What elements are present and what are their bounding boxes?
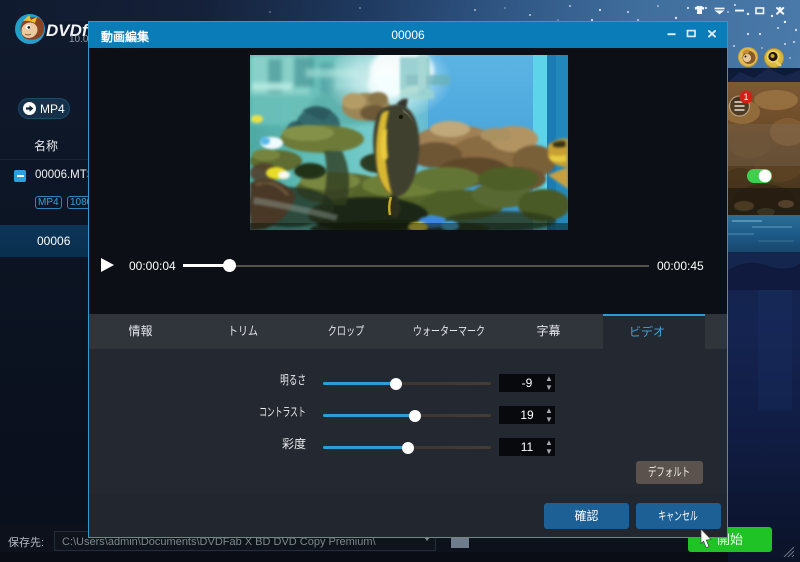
- svg-text:10.0: 10.0: [69, 34, 89, 45]
- svg-text:1: 1: [743, 92, 748, 102]
